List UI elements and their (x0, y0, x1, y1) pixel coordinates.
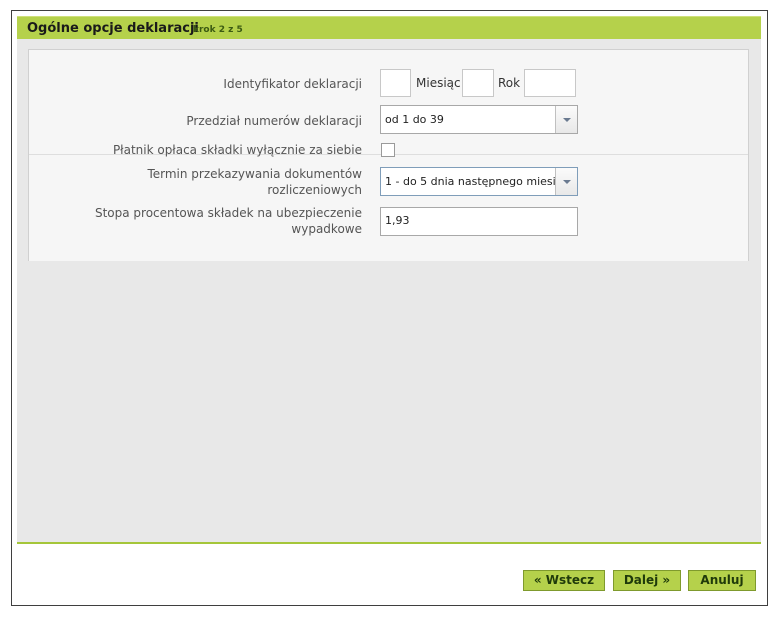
wizard-content: Identyfikator deklaracji Miesiąc Rok Prz… (17, 39, 761, 544)
year-input[interactable] (524, 69, 576, 97)
form-panel-upper (29, 50, 748, 154)
identifier-input[interactable] (380, 69, 411, 97)
accident-rate-label-line1: Stopa procentowa składek na ubezpieczeni… (94, 206, 362, 220)
range-select[interactable]: od 1 do 39 (380, 105, 578, 134)
year-label: Rok (498, 76, 521, 90)
deadline-dropdown-button[interactable] (555, 168, 577, 195)
wizard-window: Ogólne opcje deklaracji krok 2 z 5 Ident… (11, 10, 768, 606)
payer-self-checkbox[interactable] (381, 143, 395, 157)
deadline-select-value: 1 - do 5 dnia następnego miesiąca (385, 175, 576, 188)
identifier-label: Identyfikator deklaracji (223, 77, 362, 91)
wizard-title: Ogólne opcje deklaracji (27, 21, 199, 36)
range-label: Przedział numerów deklaracji (186, 114, 362, 128)
back-button[interactable]: « Wstecz (523, 570, 605, 591)
range-dropdown-button[interactable] (555, 106, 577, 133)
accident-rate-input[interactable]: 1,93 (380, 207, 578, 236)
deadline-label-line1: Termin przekazywania dokumentów (147, 167, 362, 181)
form-panel: Identyfikator deklaracji Miesiąc Rok Prz… (28, 49, 749, 261)
month-input[interactable] (462, 69, 494, 97)
accident-rate-label-line2: wypadkowe (291, 222, 362, 236)
month-label: Miesiąc (416, 76, 461, 90)
wizard-header: Ogólne opcje deklaracji krok 2 z 5 (17, 16, 761, 39)
deadline-select[interactable]: 1 - do 5 dnia następnego miesiąca (380, 167, 578, 196)
wizard-step-indicator: krok 2 z 5 (193, 25, 243, 35)
deadline-label-line2: rozliczeniowych (267, 183, 362, 197)
cancel-button[interactable]: Anuluj (688, 570, 756, 591)
chevron-down-icon (563, 180, 571, 184)
payer-self-label: Płatnik opłaca składki wyłącznie za sieb… (112, 143, 362, 157)
range-select-value: od 1 do 39 (385, 113, 444, 126)
next-button[interactable]: Dalej » (613, 570, 681, 591)
chevron-down-icon (563, 118, 571, 122)
